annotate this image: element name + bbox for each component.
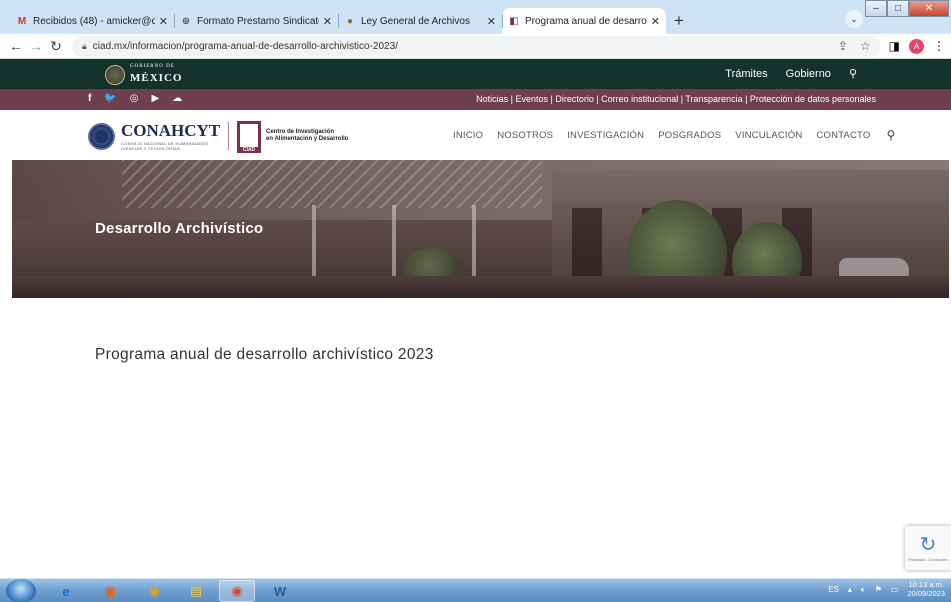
instagram-icon[interactable]: ◎ xyxy=(130,93,139,104)
menu-inicio[interactable]: INICIO xyxy=(453,130,483,142)
new-tab-button[interactable]: + xyxy=(666,8,692,34)
lock-icon[interactable]: 🔒︎ xyxy=(82,41,87,52)
network-icon[interactable]: ▭ xyxy=(891,585,899,594)
gob-mx-logo[interactable]: GOBIERNO DE MÉXICO xyxy=(105,64,182,85)
tab-title: Recibidos (48) - amicker@ciad.mx xyxy=(33,15,155,27)
close-tab-icon[interactable]: ✕ xyxy=(651,15,660,28)
bookmark-star-icon[interactable]: ☆ xyxy=(860,39,871,53)
close-tab-icon[interactable]: ✕ xyxy=(487,15,496,28)
minimize-icon[interactable]: – xyxy=(865,0,887,17)
media-player-icon[interactable]: ▣ xyxy=(92,580,128,602)
conahcyt-name: CONAHCYT xyxy=(121,121,221,140)
site-search-icon[interactable]: ⚲ xyxy=(886,128,895,142)
gob-mx-bar: GOBIERNO DE MÉXICO Trámites Gobierno ⚲ xyxy=(0,59,951,89)
profile-avatar[interactable]: A xyxy=(909,38,924,54)
back-arrow-icon[interactable]: ← xyxy=(6,38,26,54)
link-gobierno[interactable]: Gobierno xyxy=(786,68,831,80)
ciad-logo[interactable]: Centro de Investigación en Alimentación … xyxy=(237,121,349,153)
hero-banner: Desarrollo Archivístico xyxy=(12,160,949,298)
main-menu: INICIO NOSOTROS INVESTIGACIÓN POSGRADOS … xyxy=(453,128,895,142)
file-explorer-icon[interactable]: ▤ xyxy=(178,580,214,602)
facebook-icon[interactable]: f xyxy=(88,93,91,104)
social-icons: f 🐦 ◎ ▶ ☁ xyxy=(88,93,182,104)
recaptcha-icon: ↻ xyxy=(919,533,937,556)
system-tray: ES ▴ 🔈︎ ⚑ ▭ 10:13 a.m. 20/09/2023 xyxy=(828,580,945,598)
link-tramites[interactable]: Trámites xyxy=(725,68,767,80)
mexico-seal-icon xyxy=(105,64,125,85)
menu-posgrados[interactable]: POSGRADOS xyxy=(658,130,721,142)
close-tab-icon[interactable]: ✕ xyxy=(323,15,332,28)
recaptcha-badge[interactable]: ↻ Privacidad - Condiciones xyxy=(905,526,951,570)
globe-icon: ⊕ xyxy=(181,15,191,27)
page-title: Programa anual de desarrollo archivístic… xyxy=(95,346,434,363)
social-links-bar: f 🐦 ◎ ▶ ☁ Noticias | Eventos | Directori… xyxy=(0,89,951,110)
hero-car xyxy=(839,258,909,278)
hero-ground xyxy=(12,276,949,298)
browser-menu-icon[interactable]: ⋮ xyxy=(933,39,945,53)
gob-nav: Trámites Gobierno ⚲ xyxy=(725,67,857,81)
menu-nosotros[interactable]: NOSOTROS xyxy=(497,130,553,142)
tab-title: Ley General de Archivos xyxy=(361,15,470,27)
twitter-icon[interactable]: 🐦 xyxy=(104,93,116,104)
chrome-taskbar-icon[interactable]: ◉ xyxy=(136,580,172,602)
chrome-active-icon[interactable]: ◉ xyxy=(219,580,255,602)
gmail-icon: M xyxy=(17,15,27,27)
tray-expand-icon[interactable]: ▴ xyxy=(848,585,852,594)
close-window-icon[interactable]: ✕ xyxy=(909,0,949,17)
clock[interactable]: 10:13 a.m. 20/09/2023 xyxy=(907,580,945,598)
volume-icon[interactable]: 🔈︎ xyxy=(861,585,866,595)
language-indicator[interactable]: ES xyxy=(828,585,839,594)
tab-search-chevron-icon[interactable]: ⌄ xyxy=(845,10,863,28)
tab-programa-anual[interactable]: ◧ Programa anual de desarrollo arc ✕ xyxy=(502,8,666,34)
menu-contacto[interactable]: CONTACTO xyxy=(816,130,870,142)
ciad-emblem-icon xyxy=(237,121,261,153)
start-button[interactable] xyxy=(6,579,36,602)
browser-toolbar: ← → ↻ 🔒︎ ciad.mx/informacion/programa-an… xyxy=(0,34,951,59)
ciad-line-1: Centro de Investigación xyxy=(266,128,335,135)
hero-title: Desarrollo Archivístico xyxy=(95,220,264,237)
address-bar[interactable]: 🔒︎ ciad.mx/informacion/programa-anual-de… xyxy=(72,35,881,57)
search-icon[interactable]: ⚲ xyxy=(849,67,857,80)
browser-tab-strip: M Recibidos (48) - amicker@ciad.mx ✕ ⊕ F… xyxy=(0,0,951,34)
share-icon[interactable]: ⇪ xyxy=(838,39,848,53)
menu-vinculacion[interactable]: VINCULACIÓN xyxy=(735,130,802,142)
close-tab-icon[interactable]: ✕ xyxy=(159,15,168,28)
gov-seal-icon: ● xyxy=(346,15,354,27)
recaptcha-terms[interactable]: Privacidad - Condiciones xyxy=(909,558,948,562)
menu-investigacion[interactable]: INVESTIGACIÓN xyxy=(567,130,644,142)
conahcyt-logo[interactable]: CONAHCYT CONSEJO NACIONAL DE HUMANIDADES… xyxy=(88,122,220,151)
conahcyt-subtitle: CONSEJO NACIONAL DE HUMANIDADES CIENCIAS… xyxy=(121,141,209,151)
maximize-icon[interactable]: □ xyxy=(887,0,909,17)
flag-icon[interactable]: ⚑ xyxy=(875,585,882,594)
internet-explorer-icon[interactable]: e xyxy=(48,580,84,602)
clock-date: 20/09/2023 xyxy=(907,588,945,598)
tab-title: Programa anual de desarrollo arc xyxy=(525,15,647,27)
top-links[interactable]: Noticias | Eventos | Directorio | Correo… xyxy=(476,94,876,104)
site-header: CONAHCYT CONSEJO NACIONAL DE HUMANIDADES… xyxy=(0,110,951,160)
tab-title: Formato Prestamo Sindicato_Can xyxy=(197,15,319,27)
side-panel-icon[interactable]: ◨ xyxy=(889,39,900,53)
window-controls: – □ ✕ xyxy=(865,0,949,17)
conahcyt-emblem-icon xyxy=(88,123,115,150)
url-text[interactable]: ciad.mx/informacion/programa-anual-de-de… xyxy=(93,41,398,52)
ciad-line-2: en Alimentación y Desarrollo xyxy=(266,136,349,142)
gob-logo-big: MÉXICO xyxy=(130,72,183,84)
gob-logo-small: GOBIERNO DE xyxy=(130,64,175,69)
soundcloud-icon[interactable]: ☁ xyxy=(172,93,182,104)
ciad-icon: ◧ xyxy=(509,15,519,27)
os-taskbar: e ▣ ◉ ▤ ◉ W ES ▴ 🔈︎ ⚑ ▭ 10:13 a.m. 20/09… xyxy=(0,578,951,602)
tab-gmail[interactable]: M Recibidos (48) - amicker@ciad.mx ✕ xyxy=(10,8,174,34)
tab-ley-archivos[interactable]: ● Ley General de Archivos ✕ xyxy=(338,8,502,34)
logo-divider xyxy=(228,122,229,150)
youtube-icon[interactable]: ▶ xyxy=(152,93,160,104)
word-icon[interactable]: W xyxy=(262,580,298,602)
forward-arrow-icon[interactable]: → xyxy=(26,38,46,54)
tab-formato[interactable]: ⊕ Formato Prestamo Sindicato_Can ✕ xyxy=(174,8,338,34)
hero-canopy xyxy=(122,160,542,208)
reload-icon[interactable]: ↻ xyxy=(46,38,66,55)
